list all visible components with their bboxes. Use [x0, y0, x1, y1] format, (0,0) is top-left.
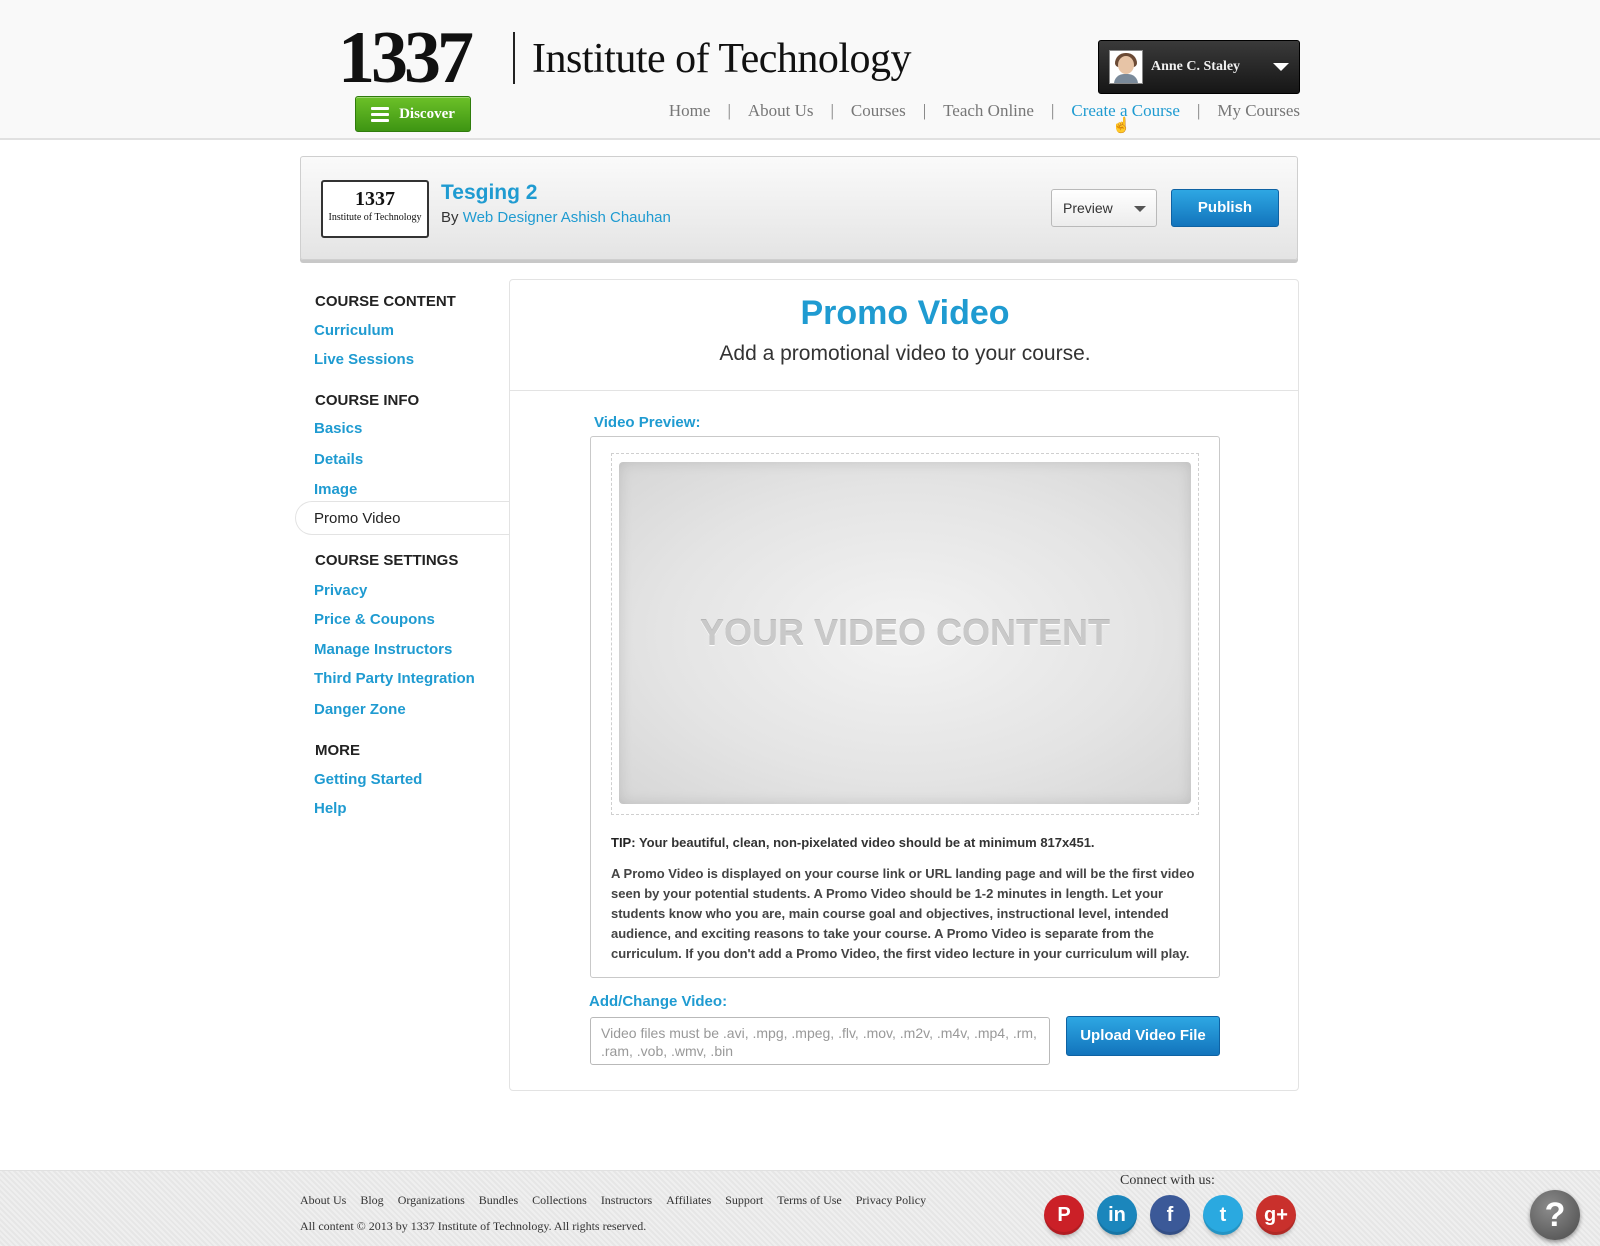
upload-video-button[interactable]: Upload Video File	[1066, 1016, 1220, 1056]
divider	[510, 390, 1298, 391]
sidebar-heading-more: MORE	[315, 742, 360, 759]
help-icon[interactable]: ?	[1530, 1190, 1580, 1240]
user-menu[interactable]: Anne C. Staley	[1098, 40, 1300, 94]
footer-link-about-us[interactable]: About Us	[300, 1193, 346, 1208]
footer-link-blog[interactable]: Blog	[360, 1193, 383, 1208]
hand-cursor-icon: ☝	[1112, 117, 1131, 134]
sidebar-item-help[interactable]: Help	[314, 800, 347, 817]
social-links: P in f t g+	[1044, 1195, 1296, 1235]
page-subtitle: Add a promotional video to your course.	[719, 342, 1091, 365]
footer-link-privacy-policy[interactable]: Privacy Policy	[856, 1193, 926, 1208]
sidebar-item-promo-video[interactable]: Promo Video	[295, 501, 510, 535]
thumbnail-name: Institute of Technology	[328, 212, 422, 223]
nav-separator: |	[830, 101, 834, 120]
sidebar-item-danger-zone[interactable]: Danger Zone	[314, 701, 406, 718]
footer-link-organizations[interactable]: Organizations	[398, 1193, 465, 1208]
nav-home[interactable]: Home	[669, 101, 711, 121]
twitter-icon[interactable]: t	[1203, 1195, 1243, 1235]
course-thumbnail: 1337 Institute of Technology	[321, 180, 429, 238]
google-plus-icon[interactable]: g+	[1256, 1195, 1296, 1235]
footer-link-instructors[interactable]: Instructors	[601, 1193, 652, 1208]
logo-divider	[513, 32, 515, 84]
nav-my-courses[interactable]: My Courses	[1217, 101, 1300, 121]
sidebar: COURSE CONTENT Curriculum Live Sessions …	[295, 282, 510, 842]
preview-dropdown[interactable]: Preview	[1051, 189, 1157, 227]
add-change-video-label: Add/Change Video:	[589, 993, 728, 1010]
nav-separator: |	[727, 101, 731, 120]
nav-separator: |	[1050, 101, 1055, 120]
nav-courses[interactable]: Courses	[851, 101, 906, 121]
page-title: Promo Video	[800, 294, 1010, 332]
sidebar-item-privacy[interactable]: Privacy	[314, 582, 367, 599]
logo-number[interactable]: 1337	[338, 18, 474, 98]
top-nav: Home | About Us | Courses | Teach Online…	[669, 101, 1300, 121]
promo-description: A Promo Video is displayed on your cours…	[611, 866, 1195, 961]
video-frame: YOUR VIDEO CONTENT	[611, 453, 1199, 815]
tip-body: Your beautiful, clean, non-pixelated vid…	[638, 835, 1095, 850]
tip-text: TIP: Your beautiful, clean, non-pixelate…	[611, 835, 1201, 850]
tip-label: TIP:	[611, 835, 636, 850]
sidebar-item-manage-instructors[interactable]: Manage Instructors	[314, 641, 452, 658]
byline-prefix: By	[441, 209, 459, 226]
linkedin-icon[interactable]: in	[1097, 1195, 1137, 1235]
menu-icon	[371, 106, 390, 122]
video-file-input[interactable]: Video files must be .avi, .mpg, .mpeg, .…	[590, 1017, 1050, 1065]
user-name: Anne C. Staley	[1151, 59, 1241, 74]
chevron-down-icon	[1273, 63, 1289, 71]
pinterest-icon[interactable]: P	[1044, 1195, 1084, 1235]
nav-separator: |	[922, 101, 927, 120]
footer-links: About Us Blog Organizations Bundles Coll…	[300, 1193, 926, 1208]
course-title[interactable]: Tesging 2	[441, 181, 537, 205]
facebook-icon[interactable]: f	[1150, 1195, 1190, 1235]
copyright: All content © 2013 by 1337 Institute of …	[300, 1219, 647, 1233]
sidebar-heading-course-settings: COURSE SETTINGS	[315, 552, 459, 569]
sidebar-item-third-party-integration[interactable]: Third Party Integration	[314, 670, 475, 687]
avatar	[1109, 50, 1143, 84]
sidebar-item-curriculum[interactable]: Curriculum	[314, 322, 394, 339]
sidebar-heading-course-content: COURSE CONTENT	[315, 293, 456, 310]
thumbnail-number: 1337	[355, 188, 395, 210]
site-footer: About Us Blog Organizations Bundles Coll…	[0, 1170, 1600, 1246]
preview-label: Preview	[1063, 200, 1113, 216]
course-bar: 1337 Institute of Technology Tesging 2 B…	[300, 156, 1298, 260]
sidebar-item-getting-started[interactable]: Getting Started	[314, 771, 422, 788]
video-preview-label: Video Preview:	[594, 414, 701, 431]
footer-link-affiliates[interactable]: Affiliates	[666, 1193, 711, 1208]
connect-label: Connect with us:	[1120, 1173, 1215, 1188]
logo-name[interactable]: Institute of Technology	[532, 34, 912, 84]
nav-separator: |	[1196, 101, 1201, 120]
course-author-link[interactable]: Web Designer Ashish Chauhan	[463, 209, 671, 226]
footer-link-support[interactable]: Support	[725, 1193, 763, 1208]
chevron-down-icon	[1134, 206, 1146, 212]
nav-teach-online[interactable]: Teach Online	[943, 101, 1034, 121]
course-byline: By Web Designer Ashish Chauhan	[441, 209, 671, 226]
sidebar-item-label: Promo Video	[314, 510, 401, 527]
publish-button[interactable]: Publish	[1171, 189, 1279, 227]
sidebar-item-live-sessions[interactable]: Live Sessions	[314, 351, 414, 368]
sidebar-item-basics[interactable]: Basics	[314, 420, 362, 437]
sidebar-item-details[interactable]: Details	[314, 451, 363, 468]
video-preview-box: YOUR VIDEO CONTENT TIP: Your beautiful, …	[590, 436, 1220, 978]
footer-link-bundles[interactable]: Bundles	[479, 1193, 518, 1208]
footer-link-terms-of-use[interactable]: Terms of Use	[777, 1193, 841, 1208]
sidebar-item-image[interactable]: Image	[314, 481, 357, 498]
nav-about-us[interactable]: About Us	[748, 101, 814, 121]
sidebar-item-price-coupons[interactable]: Price & Coupons	[314, 611, 435, 628]
discover-button[interactable]: Discover	[355, 96, 471, 132]
site-header: 1337 Institute of Technology Discover An…	[0, 0, 1600, 140]
discover-label: Discover	[399, 105, 455, 122]
video-player[interactable]: YOUR VIDEO CONTENT	[619, 462, 1191, 804]
video-placeholder-text: YOUR VIDEO CONTENT	[699, 612, 1111, 653]
footer-link-collections[interactable]: Collections	[532, 1193, 587, 1208]
sidebar-heading-course-info: COURSE INFO	[315, 392, 420, 409]
main-panel: Promo Video Add a promotional video to y…	[509, 279, 1299, 1091]
